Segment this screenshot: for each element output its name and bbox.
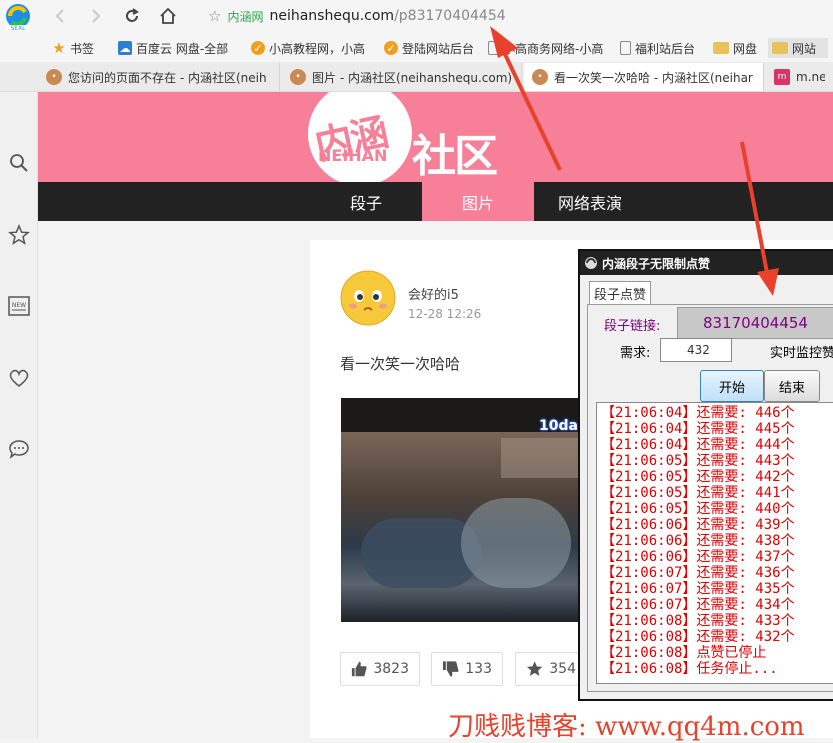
heart-icon[interactable] (6, 365, 32, 391)
browser-toolbar: SEXL ☆ 内涵网 neihanshequ.com/p83170404454 (0, 0, 833, 32)
log-line: 【21:06:07】还需要: 434个 (601, 597, 795, 613)
bookmark-item[interactable]: 网盘 (713, 38, 765, 58)
news-icon[interactable]: NEW (6, 293, 32, 319)
page-icon (488, 41, 499, 55)
log-panel: 【21:06:04】还需要: 446个 【21:06:04】还需要: 445个 … (596, 402, 833, 684)
stop-button[interactable]: 结束 (764, 370, 820, 402)
log-line: 【21:06:08】点赞已停止 (601, 645, 767, 661)
bookmark-item[interactable]: ✓ 登陆网站后台 (384, 38, 482, 58)
browser-tab[interactable]: m m.neih (766, 63, 833, 91)
cloud-icon: ☁ (118, 41, 132, 55)
log-line: 【21:06:05】还需要: 443个 (601, 453, 795, 469)
app-icon (585, 257, 597, 269)
site-badge: 内涵网 (227, 9, 264, 24)
window-title: 内涵段子无限制点赞 (602, 256, 711, 271)
home-icon[interactable] (156, 4, 180, 28)
post-text: 看一次笑一次哈哈 (340, 355, 461, 373)
address-domain: neihanshequ.com (269, 8, 395, 24)
folder-icon (713, 42, 729, 54)
nav-duanzi[interactable]: 段子 (310, 182, 422, 221)
log-line: 【21:06:08】还需要: 432个 (601, 629, 795, 645)
bookmark-item[interactable]: ✓ 小高教程网，小高 (251, 38, 371, 58)
log-line: 【21:06:07】还需要: 436个 (601, 565, 795, 581)
forward-icon[interactable] (84, 4, 108, 28)
back-icon[interactable] (48, 4, 72, 28)
site-favicon-icon: • (46, 69, 62, 85)
log-line: 【21:06:08】任务停止... (601, 661, 778, 677)
svg-text:SEXL: SEXL (10, 25, 26, 31)
favorites-star-icon[interactable] (6, 222, 32, 248)
svg-text:NEW: NEW (12, 302, 26, 309)
link-label: 段子链接: (604, 319, 661, 334)
shield-icon: ✓ (384, 41, 398, 55)
site-favicon-icon: m (774, 69, 790, 85)
site-logo[interactable]: 内涵 NEIHAN 社区 (308, 92, 518, 182)
blog-watermark: 刀贱贱博客: www.qq4m.com (448, 712, 805, 742)
search-icon[interactable] (6, 150, 32, 176)
address-bar[interactable]: ☆ 内涵网 neihanshequ.com/p83170404454 (200, 3, 833, 29)
log-line: 【21:06:06】还需要: 439个 (601, 517, 795, 533)
post-video[interactable]: 10da (341, 398, 588, 622)
folder-icon (772, 42, 788, 54)
demand-label: 需求: (620, 346, 651, 361)
star-icon (526, 661, 543, 676)
log-line: 【21:06:05】还需要: 441个 (601, 485, 795, 501)
log-line: 【21:06:04】还需要: 446个 (601, 405, 795, 421)
browser-tab[interactable]: • 图片 - 内涵社区(neihanshequ.com) (282, 63, 522, 91)
favorite-button[interactable]: 354 (515, 652, 587, 686)
post-time: 12-28 12:26 (408, 307, 482, 321)
browser-sidebar (0, 92, 38, 738)
log-line: 【21:06:06】还需要: 437个 (601, 549, 795, 565)
monitor-label: 实时监控赞 (770, 346, 833, 361)
site-favicon-icon: • (532, 69, 548, 85)
logo-right-text: 社区 (412, 131, 498, 182)
demand-input[interactable]: 432 (660, 338, 732, 362)
shield-icon: ✓ (251, 41, 265, 55)
address-path: /p83170404454 (394, 8, 506, 24)
browser-tab[interactable]: • 您访问的页面不存在 - 内涵社区(neih (38, 63, 280, 91)
browser-tab-active[interactable]: • 看一次笑一次哈哈 - 内涵社区(neihar (524, 63, 764, 91)
log-line: 【21:06:07】还需要: 435个 (601, 581, 795, 597)
log-line: 【21:06:08】还需要: 433个 (601, 613, 795, 629)
post-author[interactable]: 会好的i5 (408, 284, 459, 303)
log-line: 【21:06:04】还需要: 444个 (601, 437, 795, 453)
log-line: 【21:06:04】还需要: 445个 (601, 421, 795, 437)
bookmark-item[interactable]: 小高商务网络-小高 (488, 38, 608, 58)
bookmark-item[interactable]: ☁ 百度云 网盘-全部 (118, 38, 242, 58)
star-bookmark-icon[interactable]: ☆ (208, 7, 221, 25)
logo-sub-text: NEIHAN (318, 146, 388, 165)
bookmark-item[interactable]: ★ 书签 (52, 38, 112, 58)
thumbs-up-icon (351, 661, 367, 677)
like-tool-titlebar[interactable]: 内涵段子无限制点赞 (580, 251, 833, 275)
nav-tupian-active[interactable]: 图片 (422, 182, 534, 221)
log-line: 【21:06:06】还需要: 438个 (601, 533, 795, 549)
video-watermark: 10da (539, 418, 578, 434)
page-icon (620, 41, 631, 55)
avatar[interactable] (340, 270, 396, 326)
link-field[interactable]: 83170404454 (677, 307, 833, 339)
star-icon: ★ (52, 39, 66, 57)
bookmark-item[interactable]: 福利站后台 (620, 38, 706, 58)
site-favicon-icon: • (290, 69, 306, 85)
log-line: 【21:06:05】还需要: 442个 (601, 469, 795, 485)
thumbs-down-icon (442, 661, 459, 677)
chat-icon[interactable] (6, 436, 32, 462)
tab-duanzi-dianzan[interactable]: 段子点赞 (589, 281, 651, 305)
site-banner: 内涵 NEIHAN 社区 (38, 92, 833, 182)
bookmark-item[interactable]: 网站 (768, 38, 828, 58)
dislike-button[interactable]: 133 (431, 652, 503, 686)
log-line: 【21:06:05】还需要: 440个 (601, 501, 795, 517)
nav-wangluobiaoyan[interactable]: 网络表演 (534, 182, 646, 221)
start-button[interactable]: 开始 (700, 370, 764, 402)
browser-logo-icon[interactable]: SEXL (3, 3, 33, 32)
like-button[interactable]: 3823 (340, 652, 420, 686)
reload-icon[interactable] (120, 4, 144, 28)
